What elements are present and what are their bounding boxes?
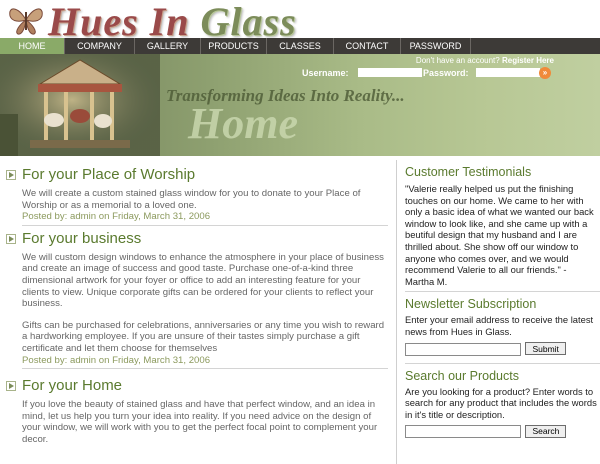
post-worship: For your Place of Worship We will create… [6,166,388,226]
nav-item-classes[interactable]: CLASSES [267,38,334,54]
search-text: Are you looking for a product? Enter wor… [405,385,597,420]
post-home: For your Home If you love the beauty of … [6,377,388,445]
login-bar: Don't have an account? Register Here Use… [290,56,600,80]
sidebar-divider [405,291,600,293]
nav-filler [471,38,600,54]
nav-item-home[interactable]: HOME [0,38,65,54]
product-search-button[interactable]: Search [525,424,567,438]
post-title[interactable]: For your Home [6,377,388,395]
newsletter-submit-button[interactable]: Submit [525,342,566,356]
post-body: We will create a custom stained glass wi… [22,188,361,211]
search-heading: Search our Products [405,368,519,383]
main-nav: HOME COMPANY GALLERY PRODUCTS CLASSES CO… [0,38,600,54]
site-header: Hues In Glass [0,0,600,44]
main-content: For your Place of Worship We will create… [0,160,392,464]
newsletter-block: Newsletter Subscription Enter your email… [405,296,597,356]
search-block: Search our Products Are you looking for … [405,368,597,440]
testimonials-heading: Customer Testimonials [405,165,532,179]
newsletter-email-input[interactable] [405,342,521,356]
register-link[interactable]: Register Here [502,56,554,65]
carousel-image [0,54,160,156]
butterfly-logo-icon [9,8,43,35]
banner-page-title: Home [188,99,298,148]
product-search-input[interactable] [405,425,521,439]
nav-item-company[interactable]: COMPANY [65,38,135,54]
arrow-bullet-icon [6,170,16,180]
testimonials-block: Customer Testimonials "Valerie really he… [405,164,597,287]
nav-item-contact[interactable]: CONTACT [334,38,401,54]
post-title[interactable]: For your Place of Worship [6,166,388,184]
nav-item-gallery[interactable]: GALLERY [135,38,201,54]
password-input[interactable] [476,68,540,77]
post-divider [22,224,388,226]
post-divider [22,368,388,370]
login-go-button[interactable]: » [539,67,551,79]
sidebar: Customer Testimonials "Valerie really he… [396,160,600,464]
newsletter-heading: Newsletter Subscription [405,297,537,312]
arrow-bullet-icon [6,381,16,392]
post-meta: Posted by: admin on Friday, March 31, 20… [22,211,211,223]
newsletter-text: Enter your email address to receive the … [405,314,594,337]
nav-item-password[interactable]: PASSWORD [401,38,471,54]
testimonial-text: "Valerie really helped us put the finish… [405,183,594,287]
password-label: Password: [423,68,469,78]
post-body: If you love the beauty of stained glass … [22,399,378,445]
post-body: Gifts can be purchased for celebrations,… [22,319,385,354]
register-hint: Don't have an account? Register Here [415,56,554,65]
hero-banner: Don't have an account? Register Here Use… [0,54,600,156]
arrow-bullet-icon [6,233,16,244]
username-input[interactable] [358,68,422,77]
username-label: Username: [302,68,349,78]
post-business: For your business We will custom design … [6,230,388,370]
post-body: We will custom design windows to enhance… [22,251,384,310]
nav-item-products[interactable]: PRODUCTS [201,38,267,54]
post-meta: Posted by: admin on Friday, March 31, 20… [22,354,211,366]
post-title[interactable]: For your business [6,230,388,248]
sidebar-divider [405,362,600,364]
